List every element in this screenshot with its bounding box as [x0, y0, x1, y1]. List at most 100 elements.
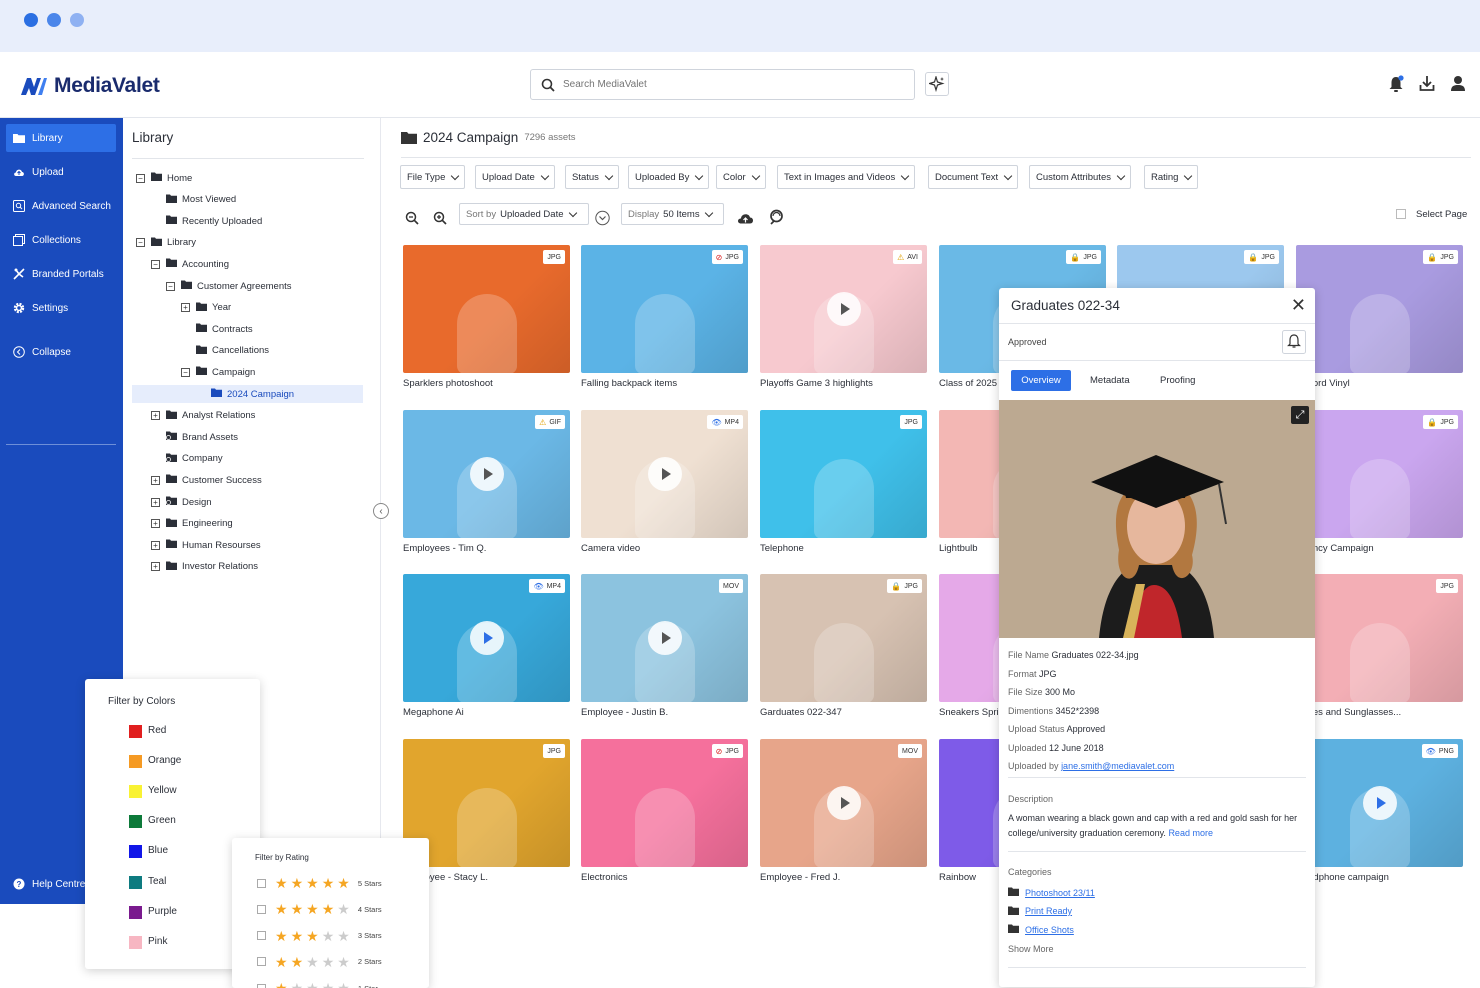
filter-upload-date[interactable]: Upload Date: [475, 165, 555, 189]
asset-caption[interactable]: Headphone campaign: [1296, 872, 1461, 883]
display-dropdown[interactable]: Display 50 Items: [621, 203, 724, 225]
asset-thumbnail[interactable]: JPG: [760, 410, 927, 538]
category-item[interactable]: Print Ready: [1008, 906, 1072, 917]
collapse-icon[interactable]: −: [136, 173, 145, 183]
tree-item[interactable]: 2024 Campaign: [132, 385, 363, 403]
search-input[interactable]: [563, 79, 893, 90]
color-swatch[interactable]: [129, 875, 142, 889]
bell-icon[interactable]: [1282, 330, 1306, 354]
color-swatch[interactable]: [129, 935, 142, 949]
category-link[interactable]: Office Shots: [1025, 925, 1074, 935]
filter-document-text[interactable]: Document Text: [928, 165, 1019, 189]
play-icon[interactable]: [826, 786, 861, 820]
rating-option[interactable]: ★ ★ ★ ★ ★ 5 Stars: [257, 876, 382, 890]
rating-checkbox[interactable]: [257, 957, 266, 967]
expand-icon[interactable]: ⤢: [1291, 406, 1309, 424]
asset-thumbnail[interactable]: JPG: [403, 245, 570, 373]
play-icon[interactable]: [647, 621, 682, 655]
asset-caption[interactable]: Record Vinyl: [1296, 378, 1461, 389]
expand-icon[interactable]: +: [151, 497, 160, 507]
asset-caption[interactable]: Playoffs Game 3 highlights: [760, 378, 925, 389]
color-label[interactable]: Pink: [148, 936, 167, 947]
filter-uploaded-by[interactable]: Uploaded By: [628, 165, 710, 189]
tab-overview[interactable]: Overview: [1011, 370, 1071, 391]
asset-thumbnail[interactable]: MOV: [760, 739, 927, 867]
category-link[interactable]: Print Ready: [1025, 906, 1072, 916]
color-label[interactable]: Teal: [148, 876, 166, 887]
filter-color[interactable]: Color: [716, 165, 766, 189]
download-icon[interactable]: [1419, 75, 1435, 92]
expand-icon[interactable]: +: [151, 562, 160, 572]
play-icon[interactable]: [1362, 786, 1397, 820]
show-more-link[interactable]: Show More: [1008, 944, 1054, 954]
tree-item[interactable]: Contracts: [136, 320, 253, 338]
play-icon[interactable]: [647, 457, 682, 491]
asset-caption[interactable]: Sparklers photoshoot: [403, 378, 568, 389]
tree-item[interactable]: + Year: [136, 299, 231, 317]
tree-item[interactable]: Recently Uploaded: [136, 212, 262, 230]
expand-icon[interactable]: +: [181, 303, 190, 313]
sort-dropdown[interactable]: Sort by Uploaded Date: [459, 203, 589, 225]
color-swatch[interactable]: [129, 725, 142, 738]
tree-item[interactable]: − Accounting: [136, 255, 229, 273]
category-link[interactable]: Photoshoot 23/11: [1025, 888, 1095, 898]
tree-item[interactable]: + Design: [136, 493, 212, 511]
collapse-icon[interactable]: −: [151, 259, 160, 269]
play-icon[interactable]: [469, 457, 504, 491]
color-label[interactable]: Blue: [148, 845, 168, 856]
collapse-icon[interactable]: −: [136, 238, 145, 248]
sidebar-item-branded-portals[interactable]: Branded Portals: [6, 260, 116, 288]
asset-thumbnail[interactable]: ⊘ JPG: [581, 245, 748, 373]
zoom-out-icon[interactable]: [405, 207, 419, 229]
user-icon[interactable]: [1450, 75, 1466, 92]
sort-direction-icon[interactable]: [595, 207, 610, 229]
window-close-dot[interactable]: [24, 13, 38, 27]
color-swatch[interactable]: [129, 815, 142, 829]
sidebar-collapse-button[interactable]: Collapse: [6, 338, 116, 366]
sidebar-item-upload[interactable]: Upload: [6, 158, 116, 186]
color-swatch[interactable]: [129, 755, 142, 769]
asset-caption[interactable]: Shoes and Sunglasses...: [1296, 707, 1461, 718]
tree-item[interactable]: Most Viewed: [136, 191, 236, 209]
asset-thumbnail[interactable]: 👁 PNG: [1296, 739, 1463, 867]
read-more-link[interactable]: Read more: [1168, 828, 1213, 838]
color-label[interactable]: Green: [148, 815, 176, 826]
asset-thumbnail[interactable]: 👁 MP4: [581, 410, 748, 538]
play-icon[interactable]: [826, 292, 861, 326]
rating-option[interactable]: ★ ★ ★ ★ ★ 4 Stars: [257, 902, 382, 916]
select-page[interactable]: Select Page: [1396, 203, 1467, 225]
color-swatch[interactable]: [129, 905, 142, 919]
rating-option[interactable]: ★ ★ ★ ★ ★ 3 Stars: [257, 929, 382, 943]
color-label[interactable]: Yellow: [148, 785, 177, 796]
filter-text-in-images-and-videos[interactable]: Text in Images and Videos: [777, 165, 916, 189]
tree-item[interactable]: + Customer Success: [136, 471, 262, 489]
rating-checkbox[interactable]: [257, 878, 266, 888]
color-label[interactable]: Red: [148, 725, 166, 736]
tree-item[interactable]: Cancellations: [136, 342, 269, 360]
expand-icon[interactable]: +: [151, 411, 160, 421]
collapse-icon[interactable]: −: [166, 281, 175, 291]
asset-caption[interactable]: Employees - Tim Q.: [403, 543, 568, 554]
color-label[interactable]: Purple: [148, 906, 177, 917]
play-icon[interactable]: [469, 621, 504, 655]
uploader-email-link[interactable]: jane.smith@mediavalet.com: [1061, 761, 1174, 771]
asset-caption[interactable]: Employee - Justin B.: [581, 707, 746, 718]
filter-rating[interactable]: Rating: [1144, 165, 1199, 189]
asset-caption[interactable]: Falling backpack items: [581, 378, 746, 389]
sidebar-item-collections[interactable]: Collections: [6, 226, 116, 254]
asset-caption[interactable]: Employee - Fred J.: [760, 872, 925, 883]
logo[interactable]: MediaValet: [20, 74, 160, 98]
rating-checkbox[interactable]: [257, 983, 266, 988]
filter-file-type[interactable]: File Type: [400, 165, 466, 189]
rating-checkbox[interactable]: [257, 931, 266, 941]
tree-item[interactable]: + Engineering: [136, 515, 233, 533]
asset-caption[interactable]: Agency Campaign: [1296, 543, 1461, 554]
category-item[interactable]: Office Shots: [1008, 924, 1074, 935]
sidebar-item-advanced-search[interactable]: Advanced Search: [6, 192, 116, 220]
asset-thumbnail[interactable]: 🔒 JPG: [1296, 245, 1463, 373]
asset-thumbnail[interactable]: 👁 MP4: [403, 574, 570, 702]
ai-search-button[interactable]: [925, 72, 949, 96]
tree-item[interactable]: − Customer Agreements: [136, 277, 292, 295]
tree-item[interactable]: − Campaign: [136, 363, 255, 381]
window-maximize-dot[interactable]: [70, 13, 84, 27]
